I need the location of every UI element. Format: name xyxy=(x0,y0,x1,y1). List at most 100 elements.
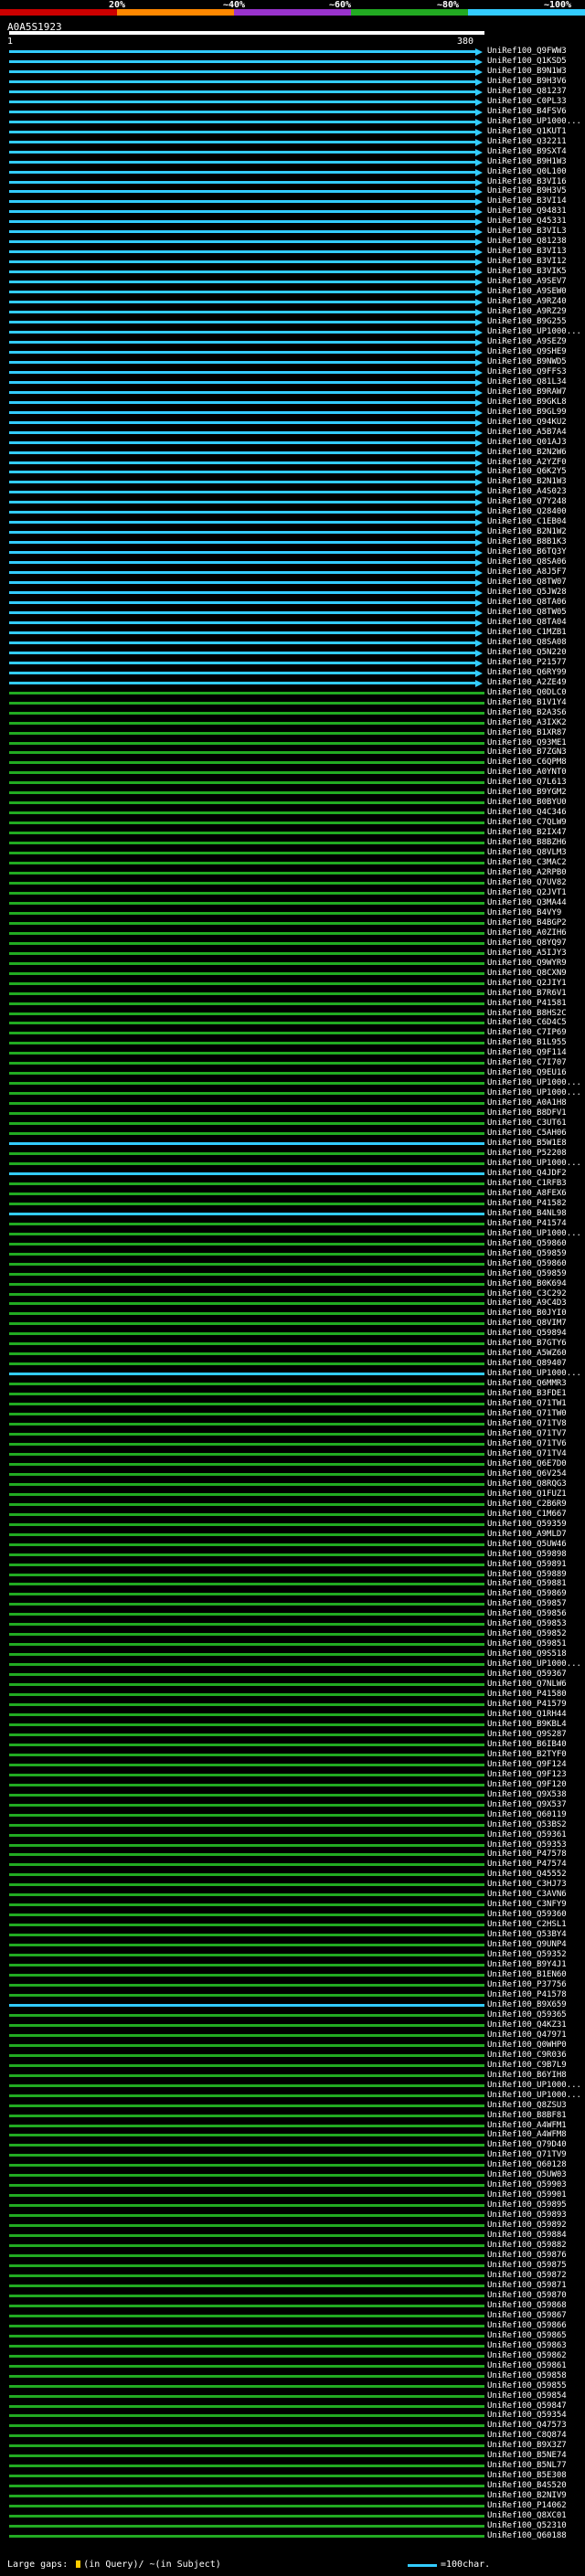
hit-row[interactable]: UniRef100_Q6MMR3 xyxy=(0,1379,585,1388)
hit-row[interactable]: UniRef100_A4WFM8 xyxy=(0,2130,585,2139)
hit-row[interactable]: UniRef100_A9SEV7 xyxy=(0,277,585,287)
hit-row[interactable]: UniRef100_Q59861 xyxy=(0,2361,585,2370)
hit-row[interactable]: UniRef100_B9X3Z7 xyxy=(0,2441,585,2450)
hit-label[interactable]: UniRef100_Q81L34 xyxy=(487,377,567,387)
hit-label[interactable]: UniRef100_B4NL98 xyxy=(487,1209,567,1218)
hit-label[interactable]: UniRef100_B1V1Y4 xyxy=(487,698,567,707)
hit-label[interactable]: UniRef100_Q9EU16 xyxy=(487,1068,567,1077)
hit-label[interactable]: UniRef100_B9GKL8 xyxy=(487,398,567,407)
hit-label[interactable]: UniRef100_Q71TV9 xyxy=(487,2150,567,2159)
hit-label[interactable]: UniRef100_Q79D40 xyxy=(487,2140,567,2149)
hit-label[interactable]: UniRef100_P41581 xyxy=(487,999,567,1008)
hit-label[interactable]: UniRef100_B9GL99 xyxy=(487,408,567,417)
hit-label[interactable]: UniRef100_Q0DLC0 xyxy=(487,688,567,697)
hit-label[interactable]: UniRef100_Q9FWW3 xyxy=(487,47,567,56)
hit-label[interactable]: UniRef100_C2B6R9 xyxy=(487,1500,567,1509)
hit-label[interactable]: UniRef100_Q59359 xyxy=(487,1520,567,1529)
hit-row[interactable]: UniRef100_P47574 xyxy=(0,1860,585,1869)
hit-label[interactable]: UniRef100_B9X659 xyxy=(487,2000,567,2009)
hit-label[interactable]: UniRef100_Q8YQ97 xyxy=(487,938,567,948)
hit-label[interactable]: UniRef100_B7ZGN3 xyxy=(487,747,567,757)
hit-row[interactable]: UniRef100_A2ZE49 xyxy=(0,678,585,687)
hit-row[interactable]: UniRef100_B2A3S6 xyxy=(0,708,585,717)
hit-row[interactable]: UniRef100_B3VI14 xyxy=(0,196,585,207)
hit-row[interactable]: UniRef100_C9R036 xyxy=(0,2051,585,2060)
hit-row[interactable]: UniRef100_UP1000... xyxy=(0,1088,585,1097)
hit-label[interactable]: UniRef100_Q8TA04 xyxy=(487,618,567,627)
hit-row[interactable]: UniRef100_Q32211 xyxy=(0,137,585,146)
hit-row[interactable]: UniRef100_A2YZF0 xyxy=(0,458,585,467)
hit-row[interactable]: UniRef100_Q59856 xyxy=(0,1609,585,1618)
hit-label[interactable]: UniRef100_B2IX47 xyxy=(487,828,567,837)
hit-row[interactable]: UniRef100_Q59866 xyxy=(0,2321,585,2330)
hit-row[interactable]: UniRef100_Q4JDF2 xyxy=(0,1169,585,1178)
hit-label[interactable]: UniRef100_P41582 xyxy=(487,1199,567,1208)
hit-label[interactable]: UniRef100_Q47573 xyxy=(487,2421,567,2430)
hit-label[interactable]: UniRef100_B2N2W6 xyxy=(487,448,567,457)
hit-label[interactable]: UniRef100_Q59847 xyxy=(487,2401,567,2411)
hit-label[interactable]: UniRef100_Q59360 xyxy=(487,1910,567,1919)
hit-row[interactable]: UniRef100_Q8ZSU3 xyxy=(0,2101,585,2110)
hit-row[interactable]: UniRef100_A3IXK2 xyxy=(0,718,585,727)
hit-label[interactable]: UniRef100_P41574 xyxy=(487,1219,567,1228)
hit-label[interactable]: UniRef100_C2HSL1 xyxy=(487,1920,567,1929)
hit-row[interactable]: UniRef100_B5NL77 xyxy=(0,2461,585,2470)
hit-row[interactable]: UniRef100_A2RPB0 xyxy=(0,868,585,877)
hit-row[interactable]: UniRef100_B8BF81 xyxy=(0,2111,585,2120)
hit-label[interactable]: UniRef100_P21577 xyxy=(487,658,567,667)
hit-label[interactable]: UniRef100_P41578 xyxy=(487,1990,567,1999)
hit-row[interactable]: UniRef100_C7I707 xyxy=(0,1058,585,1067)
hit-row[interactable]: UniRef100_P41574 xyxy=(0,1219,585,1228)
hit-label[interactable]: UniRef100_Q9WYR9 xyxy=(487,959,567,968)
hit-row[interactable]: UniRef100_Q59884 xyxy=(0,2231,585,2240)
hit-label[interactable]: UniRef100_Q59867 xyxy=(487,2311,567,2320)
hit-row[interactable]: UniRef100_B4BGP2 xyxy=(0,918,585,928)
hit-label[interactable]: UniRef100_Q5UW03 xyxy=(487,2170,567,2179)
hit-row[interactable]: UniRef100_Q8XC01 xyxy=(0,2511,585,2520)
hit-label[interactable]: UniRef100_Q59854 xyxy=(487,2391,567,2401)
hit-row[interactable]: UniRef100_Q1FUZ1 xyxy=(0,1489,585,1499)
hit-row[interactable]: UniRef100_B6IB40 xyxy=(0,1740,585,1749)
hit-row[interactable]: UniRef100_Q6K2Y5 xyxy=(0,467,585,477)
hit-label[interactable]: UniRef100_B9Y4J1 xyxy=(487,1960,567,1969)
hit-label[interactable]: UniRef100_B8BF81 xyxy=(487,2111,567,2120)
hit-label[interactable]: UniRef100_Q9S518 xyxy=(487,1649,567,1659)
hit-row[interactable]: UniRef100_Q47573 xyxy=(0,2421,585,2430)
hit-row[interactable]: UniRef100_Q7NLW6 xyxy=(0,1680,585,1689)
hit-row[interactable]: UniRef100_Q59361 xyxy=(0,1830,585,1839)
hit-row[interactable]: UniRef100_B2N1W3 xyxy=(0,477,585,487)
hit-row[interactable]: UniRef100_B4NL98 xyxy=(0,1209,585,1218)
hit-row[interactable]: UniRef100_Q1RH44 xyxy=(0,1710,585,1719)
hit-label[interactable]: UniRef100_B3VIK5 xyxy=(487,267,567,276)
hit-label[interactable]: UniRef100_A9C4D3 xyxy=(487,1299,567,1308)
hit-label[interactable]: UniRef100_Q59865 xyxy=(487,2331,567,2340)
hit-label[interactable]: UniRef100_A5IJY3 xyxy=(487,949,567,958)
hit-row[interactable]: UniRef100_C1RFB3 xyxy=(0,1179,585,1188)
hit-row[interactable]: UniRef100_Q93ME1 xyxy=(0,738,585,747)
hit-label[interactable]: UniRef100_C7I707 xyxy=(487,1058,567,1067)
hit-label[interactable]: UniRef100_A2RPB0 xyxy=(487,868,567,877)
hit-label[interactable]: UniRef100_Q5N220 xyxy=(487,648,567,657)
hit-label[interactable]: UniRef100_Q0L100 xyxy=(487,167,567,176)
hit-row[interactable]: UniRef100_P41582 xyxy=(0,1199,585,1208)
hit-label[interactable]: UniRef100_Q59859 xyxy=(487,1269,567,1278)
hit-row[interactable]: UniRef100_A0YNT0 xyxy=(0,768,585,777)
hit-label[interactable]: UniRef100_Q7Y248 xyxy=(487,497,567,506)
hit-row[interactable]: UniRef100_A9C4D3 xyxy=(0,1299,585,1308)
hit-row[interactable]: UniRef100_UP1000... xyxy=(0,1369,585,1378)
hit-label[interactable]: UniRef100_A9SEZ9 xyxy=(487,337,567,346)
hit-row[interactable]: UniRef100_Q8VIM7 xyxy=(0,1319,585,1328)
hit-label[interactable]: UniRef100_B7R6V1 xyxy=(487,989,567,998)
hit-label[interactable]: UniRef100_Q32211 xyxy=(487,137,567,146)
hit-row[interactable]: UniRef100_P41580 xyxy=(0,1690,585,1699)
hit-label[interactable]: UniRef100_Q1RH44 xyxy=(487,1710,567,1719)
hit-row[interactable]: UniRef100_C2B6R9 xyxy=(0,1500,585,1509)
hit-row[interactable]: UniRef100_B8DFV1 xyxy=(0,1108,585,1118)
hit-label[interactable]: UniRef100_C9R036 xyxy=(487,2051,567,2060)
hit-row[interactable]: UniRef100_Q59892 xyxy=(0,2221,585,2230)
hit-row[interactable]: UniRef100_Q9F124 xyxy=(0,1760,585,1769)
hit-label[interactable]: UniRef100_B9SXT4 xyxy=(487,147,567,156)
hit-label[interactable]: UniRef100_Q9F124 xyxy=(487,1760,567,1769)
hit-row[interactable]: UniRef100_Q59901 xyxy=(0,2190,585,2200)
hit-row[interactable]: UniRef100_C7IP69 xyxy=(0,1028,585,1037)
